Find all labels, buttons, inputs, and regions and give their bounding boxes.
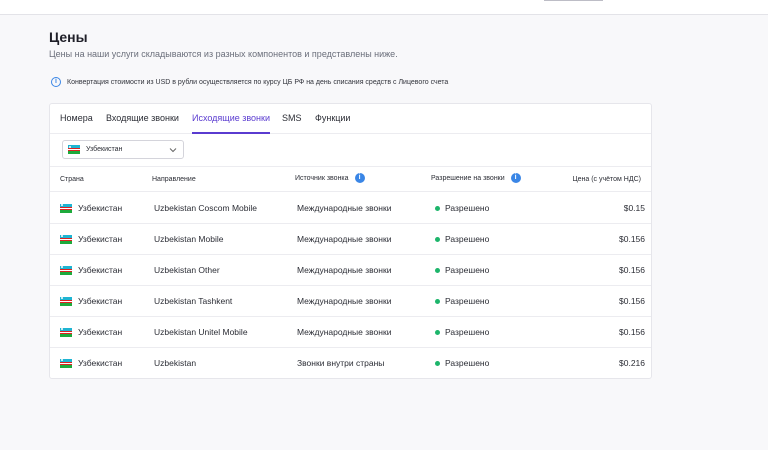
table-row: Узбекистан Uzbekistan Other Международны… — [50, 255, 651, 286]
cell-permission: Разрешено — [435, 358, 489, 368]
uzbekistan-flag-icon — [68, 145, 80, 154]
table-row: Узбекистан Uzbekistan Tashkent Междунаро… — [50, 286, 651, 317]
cell-price: $0.15 — [623, 203, 645, 213]
info-circle-icon: i — [51, 77, 61, 87]
cell-country: Узбекистан — [60, 234, 122, 244]
status-dot — [435, 360, 440, 366]
cell-direction: Uzbekistan — [154, 358, 197, 368]
cell-direction: Uzbekistan Other — [154, 265, 220, 275]
cell-price: $0.216 — [619, 358, 645, 368]
status-dot — [435, 329, 440, 335]
header-price: Цена (с учётом НДС) — [572, 176, 641, 183]
uzbekistan-flag-icon — [60, 203, 72, 213]
cell-permission: Разрешено — [435, 203, 489, 213]
cell-price: $0.156 — [619, 265, 645, 275]
cell-price: $0.156 — [619, 296, 645, 306]
cell-price: $0.156 — [619, 234, 645, 244]
cell-country: Узбекистан — [60, 265, 122, 275]
tabs-bar: Номера Входящие звонки Исходящие звонки … — [50, 104, 651, 134]
status-dot — [435, 298, 440, 304]
cell-country: Узбекистан — [60, 358, 122, 368]
country-select-value: Узбекистан — [86, 146, 123, 153]
header-source: Источник звонка i — [295, 173, 365, 183]
cell-source: Международные звонки — [297, 234, 392, 244]
cell-permission: Разрешено — [435, 327, 489, 337]
uzbekistan-flag-icon — [60, 358, 72, 368]
table-row: Узбекистан Uzbekistan Unitel Mobile Межд… — [50, 317, 651, 348]
header-permission: Разрешение на звонки i — [431, 173, 521, 183]
info-icon[interactable]: i — [354, 173, 365, 183]
cell-direction: Uzbekistan Tashkent — [154, 296, 233, 306]
table-row: Узбекистан Uzbekistan Звонки внутри стра… — [50, 348, 651, 379]
tab-incoming-calls[interactable]: Входящие звонки — [106, 113, 179, 134]
cell-source: Международные звонки — [297, 296, 392, 306]
chevron-down-icon — [169, 148, 177, 153]
cell-source: Международные звонки — [297, 265, 392, 275]
uzbekistan-flag-icon — [60, 296, 72, 306]
tab-sms[interactable]: SMS — [282, 113, 302, 134]
header-country: Страна — [60, 176, 84, 183]
tab-numbers[interactable]: Номера — [60, 113, 93, 134]
status-dot — [435, 236, 440, 242]
cell-price: $0.156 — [619, 327, 645, 337]
status-dot — [435, 205, 440, 211]
conversion-notice: i Конвертация стоимости из USD в рубли о… — [49, 74, 448, 90]
country-select[interactable]: Узбекистан — [62, 140, 184, 159]
table-row: Узбекистан Uzbekistan Coscom Mobile Межд… — [50, 193, 651, 224]
cell-direction: Uzbekistan Coscom Mobile — [154, 203, 257, 213]
tab-outgoing-calls[interactable]: Исходящие звонки — [192, 113, 270, 134]
cell-direction: Uzbekistan Unitel Mobile — [154, 327, 248, 337]
status-dot — [435, 267, 440, 273]
cell-permission: Разрешено — [435, 234, 489, 244]
table-row: Узбекистан Uzbekistan Mobile Международн… — [50, 224, 651, 255]
tab-features[interactable]: Функции — [315, 113, 350, 134]
notice-text: Конвертация стоимости из USD в рубли осу… — [67, 78, 449, 86]
prices-card: Номера Входящие звонки Исходящие звонки … — [49, 103, 652, 379]
cell-direction: Uzbekistan Mobile — [154, 234, 224, 244]
cell-permission: Разрешено — [435, 296, 489, 306]
uzbekistan-flag-icon — [60, 265, 72, 275]
info-icon[interactable]: i — [510, 173, 521, 183]
cell-country: Узбекистан — [60, 296, 122, 306]
uzbekistan-flag-icon — [60, 327, 72, 337]
cell-source: Международные звонки — [297, 203, 392, 213]
cell-permission: Разрешено — [435, 265, 489, 275]
header-direction: Направление — [152, 176, 196, 183]
page-subtitle: Цены на наши услуги складываются из разн… — [49, 49, 398, 59]
cell-source: Международные звонки — [297, 327, 392, 337]
page-title: Цены — [49, 29, 88, 45]
cell-country: Узбекистан — [60, 327, 122, 337]
top-bar — [0, 0, 768, 15]
uzbekistan-flag-icon — [60, 234, 72, 244]
table-header: Страна Направление Источник звонка i Раз… — [50, 166, 651, 192]
top-bar-tab-indicator — [544, 0, 603, 1]
cell-country: Узбекистан — [60, 203, 122, 213]
cell-source: Звонки внутри страны — [297, 358, 385, 368]
